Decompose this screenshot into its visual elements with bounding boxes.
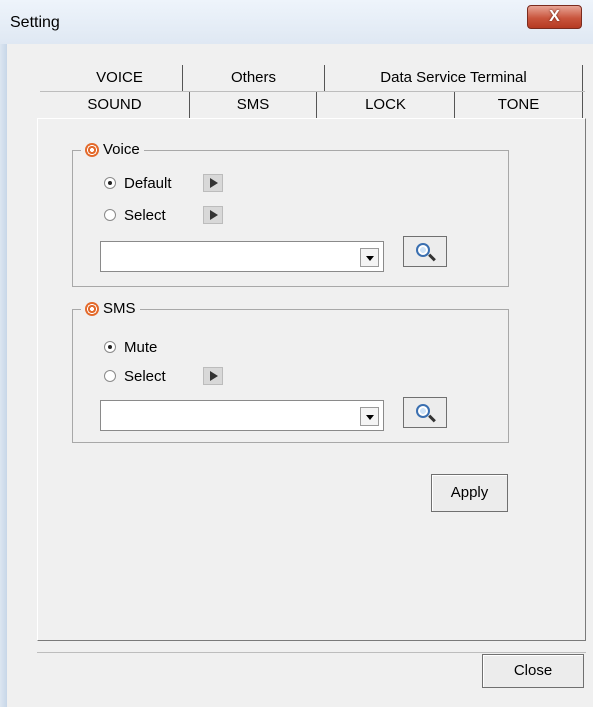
tab-sound[interactable]: SOUND [40,92,190,118]
radio-label: Default [124,174,172,192]
voice-sound-combobox[interactable] [100,241,384,272]
tab-lock[interactable]: LOCK [317,92,455,118]
tab-voice[interactable]: VOICE [57,65,183,91]
radio-checked-icon [104,341,116,353]
window-frame-left [0,44,7,707]
voice-default-play-button[interactable] [203,174,223,192]
footer-separator [37,652,586,653]
sms-mute-radio[interactable]: Mute [104,337,157,357]
tab-label: VOICE [96,69,143,86]
voice-group-legend: Voice [81,140,144,160]
radio-label: Mute [124,338,158,356]
sms-sound-combobox[interactable] [100,400,384,431]
voice-select-radio[interactable]: Select [104,205,166,225]
target-icon [85,143,99,157]
tab-label: TONE [497,96,540,113]
window-close-button[interactable]: X [527,5,582,29]
sms-select-play-button[interactable] [203,367,223,385]
radio-unchecked-icon [104,209,116,221]
tab-label: SOUND [87,96,142,113]
tab-tone[interactable]: TONE [455,92,583,118]
close-icon: X [549,8,560,25]
close-button[interactable]: Close [482,654,584,688]
radio-label: Select [124,206,166,224]
sms-group-label: SMS [103,300,136,317]
radio-label: Select [124,367,166,385]
target-icon [85,302,99,316]
chevron-down-icon[interactable] [360,248,379,267]
title-bar: Setting X [0,0,593,44]
tab-label: SMS [236,96,270,113]
voice-group-label: Voice [103,141,140,158]
tab-label: Others [230,69,276,86]
close-button-label: Close [513,662,553,679]
chevron-down-icon[interactable] [360,407,379,426]
voice-default-radio[interactable]: Default [104,173,172,193]
voice-browse-button[interactable] [403,236,447,267]
window-title: Setting [10,14,60,31]
apply-button-label: Apply [450,484,489,501]
tab-sms[interactable]: SMS [190,92,317,118]
tab-label: LOCK [365,96,406,113]
radio-unchecked-icon [104,370,116,382]
voice-select-play-button[interactable] [203,206,223,224]
radio-checked-icon [104,177,116,189]
sms-browse-button[interactable] [403,397,447,428]
tab-data-service-terminal[interactable]: Data Service Terminal [325,65,583,91]
sms-group-legend: SMS [81,299,140,319]
apply-button[interactable]: Apply [431,474,508,512]
sms-select-radio[interactable]: Select [104,366,166,386]
tab-others[interactable]: Others [183,65,325,91]
tab-label: Data Service Terminal [380,69,527,86]
